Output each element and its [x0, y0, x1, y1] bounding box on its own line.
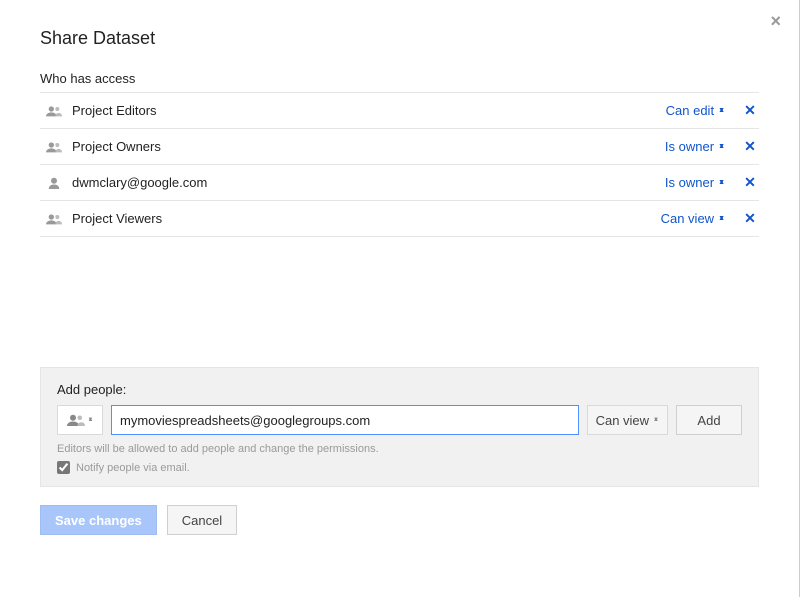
share-dialog: Share Dataset Who has access Project Edi…	[0, 0, 799, 555]
permission-label: Can edit	[666, 103, 714, 118]
remove-access-button[interactable]: ✕	[743, 174, 757, 191]
notify-row[interactable]: Notify people via email.	[57, 461, 742, 474]
remove-access-button[interactable]: ✕	[743, 210, 757, 227]
access-name: Project Viewers	[72, 211, 661, 226]
new-permission-picker[interactable]: Can view	[587, 405, 668, 435]
save-changes-button[interactable]: Save changes	[40, 505, 157, 535]
remove-access-button[interactable]: ✕	[743, 102, 757, 119]
add-people-panel: Add people: Can view Add Editors will be…	[40, 367, 759, 487]
dialog-footer: Save changes Cancel	[40, 505, 759, 535]
remove-access-button[interactable]: ✕	[743, 138, 757, 155]
permission-picker[interactable]: Can view	[661, 211, 725, 226]
add-people-label: Add people:	[57, 382, 742, 397]
principal-type-picker[interactable]	[57, 405, 103, 435]
add-people-input[interactable]	[111, 405, 579, 435]
access-name: Project Owners	[72, 139, 665, 154]
access-list: Project Editors Can edit ✕ Project Owner…	[40, 92, 759, 237]
access-row: Project Viewers Can view ✕	[40, 201, 759, 237]
person-icon	[46, 177, 64, 189]
access-row: Project Editors Can edit ✕	[40, 93, 759, 129]
permission-label: Is owner	[665, 139, 714, 154]
group-icon	[46, 141, 64, 153]
permission-picker[interactable]: Is owner	[665, 175, 725, 190]
add-people-row: Can view Add	[57, 405, 742, 435]
permission-picker[interactable]: Is owner	[665, 139, 725, 154]
access-name: Project Editors	[72, 103, 666, 118]
permission-picker[interactable]: Can edit	[666, 103, 725, 118]
new-permission-label: Can view	[596, 413, 649, 428]
access-name: dwmclary@google.com	[72, 175, 665, 190]
notify-label: Notify people via email.	[76, 462, 190, 474]
access-row: dwmclary@google.com Is owner ✕	[40, 165, 759, 201]
add-button[interactable]: Add	[676, 405, 742, 435]
dialog-title: Share Dataset	[40, 28, 759, 49]
who-has-access-label: Who has access	[40, 71, 759, 86]
spacer	[40, 237, 759, 367]
notify-checkbox[interactable]	[57, 461, 70, 474]
access-row: Project Owners Is owner ✕	[40, 129, 759, 165]
close-icon[interactable]: ×	[770, 12, 781, 30]
helper-text: Editors will be allowed to add people an…	[57, 443, 742, 455]
group-icon	[46, 105, 64, 117]
permission-label: Is owner	[665, 175, 714, 190]
cancel-button[interactable]: Cancel	[167, 505, 237, 535]
group-icon	[46, 213, 64, 225]
permission-label: Can view	[661, 211, 714, 226]
